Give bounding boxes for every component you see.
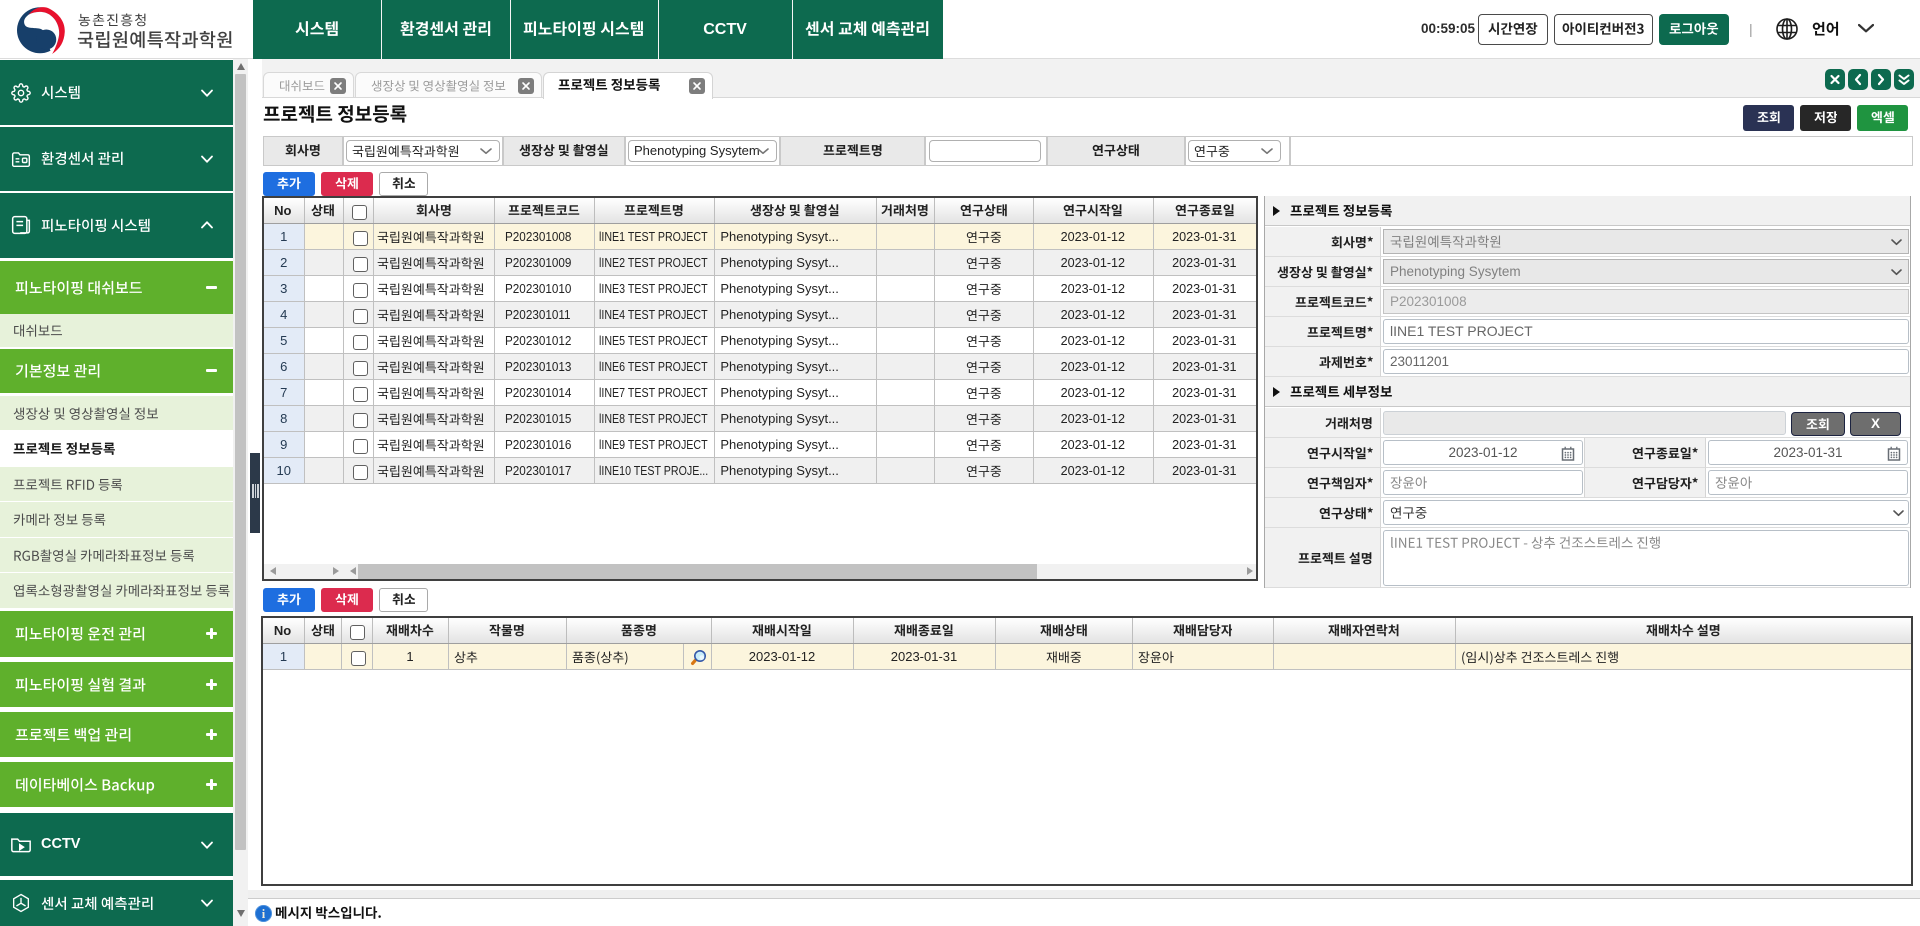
svg-text:i: i <box>262 907 266 921</box>
